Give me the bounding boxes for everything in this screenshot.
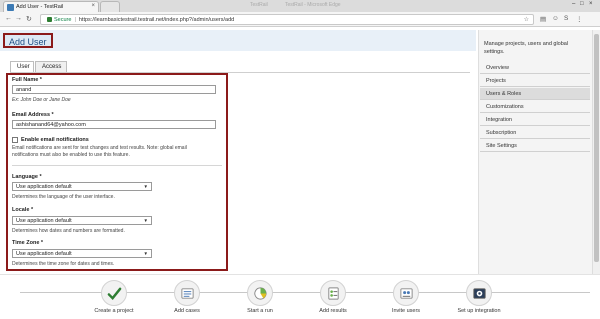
- timezone-label: Time Zone *: [12, 240, 44, 246]
- chevron-down-icon: ▼: [143, 184, 148, 189]
- address-bar: ← → ↻ Secure | https://learnbasictestrail.…: [0, 12, 600, 27]
- scrollbar-thumb[interactable]: [594, 34, 599, 262]
- step-label-start-run[interactable]: Start a run: [230, 308, 290, 314]
- step-add-results[interactable]: [320, 280, 346, 306]
- lock-icon: [47, 17, 52, 22]
- url-text: https://learnbasictestrail.testrail.net/…: [78, 17, 235, 23]
- menu-icon[interactable]: ⋮: [576, 15, 583, 23]
- step-add-cases[interactable]: [174, 280, 200, 306]
- language-hint: Determines the language of the user inte…: [12, 194, 115, 200]
- form-divider: [12, 165, 222, 166]
- sidebar-item-integration[interactable]: Integration: [480, 114, 590, 126]
- bookmark-star-icon[interactable]: ☆: [524, 16, 529, 23]
- locale-label: Locale *: [12, 207, 34, 213]
- email-notifications-checkbox[interactable]: [12, 137, 18, 143]
- step-label-create-project[interactable]: Create a project: [84, 308, 144, 314]
- chevron-down-icon: ▼: [143, 218, 148, 223]
- email-notifications-hint-1: Email notifications are sent for test ch…: [12, 145, 187, 151]
- full-name-label: Full Name *: [12, 77, 42, 83]
- email-notifications-hint-2: notifications must also be enabled to us…: [12, 152, 130, 158]
- browser-tab-active[interactable]: Add User - TestRail ×: [3, 1, 99, 12]
- new-tab-button[interactable]: [100, 1, 120, 12]
- full-name-input[interactable]: anand: [12, 85, 216, 94]
- timezone-select-value: Use application default: [16, 251, 72, 257]
- step-label-add-cases[interactable]: Add cases: [157, 308, 217, 314]
- sidebar-item-overview[interactable]: Overview: [480, 62, 590, 74]
- locale-hint: Determines how dates and numbers are for…: [12, 228, 125, 234]
- checkmark-icon: [107, 287, 122, 301]
- results-icon: [328, 287, 339, 300]
- sidebar-item-subscription[interactable]: Subscription: [480, 127, 590, 139]
- language-select-value: Use application default: [16, 184, 72, 190]
- testrail-favicon-icon: [7, 4, 14, 11]
- integration-icon: [473, 288, 486, 299]
- sidebar-item-projects[interactable]: Projects: [480, 75, 590, 87]
- email-notifications-label[interactable]: Enable email notifications: [21, 137, 89, 143]
- secure-label: Secure: [54, 17, 72, 23]
- reload-icon[interactable]: ↻: [26, 15, 32, 23]
- close-tab-icon[interactable]: ×: [91, 3, 95, 9]
- browser-tab-title: Add User - TestRail: [16, 4, 64, 10]
- ghost-window-title: TestRail - Microsoft Edge: [285, 2, 341, 8]
- language-select[interactable]: Use application default ▼: [12, 182, 152, 191]
- step-setup-integration[interactable]: [466, 280, 492, 306]
- minimize-icon[interactable]: –: [572, 1, 575, 7]
- test-cases-icon: [181, 288, 194, 299]
- page-header: [0, 30, 476, 51]
- ghost-tab-title: TestRail: [250, 2, 268, 8]
- skype-icon[interactable]: S: [564, 15, 568, 22]
- sidebar-item-customizations[interactable]: Customizations: [480, 101, 590, 113]
- locale-select-value: Use application default: [16, 218, 72, 224]
- test-run-icon: [254, 287, 267, 300]
- timezone-hint: Determines the time zone for dates and t…: [12, 261, 115, 267]
- maximize-icon[interactable]: □: [580, 1, 584, 7]
- sidebar-item-users-roles[interactable]: Users & Roles: [480, 88, 590, 100]
- close-window-icon[interactable]: ×: [589, 1, 593, 7]
- page-title: Add User: [3, 33, 53, 48]
- step-invite-users[interactable]: [393, 280, 419, 306]
- browser-tab-bar: Add User - TestRail × TestRail TestRail …: [0, 0, 600, 12]
- step-label-add-results[interactable]: Add results: [303, 308, 363, 314]
- profile-icon[interactable]: ☺: [552, 15, 559, 22]
- extension-icon[interactable]: ▤: [540, 15, 546, 23]
- forward-icon[interactable]: →: [15, 15, 22, 22]
- sidebar-description: Manage projects, users and global settin…: [484, 41, 569, 55]
- step-create-project[interactable]: [101, 280, 127, 306]
- language-label: Language *: [12, 174, 42, 180]
- back-icon[interactable]: ←: [5, 15, 12, 22]
- users-icon: [400, 288, 413, 299]
- step-label-setup-integration[interactable]: Set up integration: [449, 308, 509, 314]
- step-label-invite-users[interactable]: Invite users: [376, 308, 436, 314]
- url-input[interactable]: Secure | https://learnbasictestrail.testra…: [40, 14, 534, 25]
- step-start-run[interactable]: [247, 280, 273, 306]
- sidebar-item-site-settings[interactable]: Site Settings: [480, 140, 590, 152]
- chevron-down-icon: ▼: [143, 251, 148, 256]
- locale-select[interactable]: Use application default ▼: [12, 216, 152, 225]
- email-label: Email Address *: [12, 112, 54, 118]
- email-input[interactable]: ashishanand64@yahoo.com: [12, 120, 216, 129]
- timezone-select[interactable]: Use application default ▼: [12, 249, 152, 258]
- full-name-hint: Ex: John Doe or Jane Doe: [12, 97, 71, 103]
